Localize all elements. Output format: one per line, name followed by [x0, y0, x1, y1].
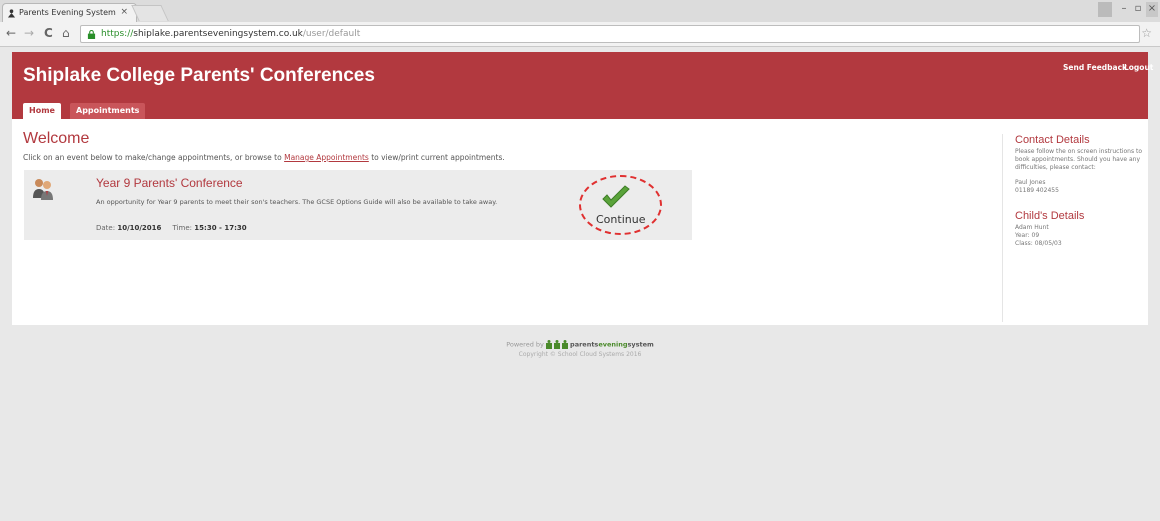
sidebar: Contact Details Please follow the on scr…	[1002, 134, 1148, 322]
date-label: Date:	[96, 224, 116, 232]
intro-text: Click on an event below to make/change a…	[23, 153, 505, 162]
new-tab-button[interactable]	[131, 5, 169, 21]
time-label: Time:	[172, 224, 193, 232]
browser-tab[interactable]: Parents Evening System ×	[2, 3, 137, 22]
event-time: 15:30 - 17:30	[194, 224, 247, 232]
intro-text-after: to view/print current appointments.	[368, 153, 505, 162]
send-feedback-link[interactable]: Send Feedback	[1063, 63, 1127, 72]
browser-toolbar: ← → C ⌂ https://shiplake.parentsevenings…	[0, 22, 1160, 47]
checkmark-icon	[602, 185, 630, 208]
home-icon[interactable]: ⌂	[62, 26, 70, 40]
contact-details-heading: Contact Details	[1015, 134, 1090, 146]
forward-icon[interactable]: →	[24, 26, 34, 40]
parents-icon	[33, 179, 53, 200]
tab-appointments[interactable]: Appointments	[70, 103, 146, 119]
url-host: shiplake.parentseveningsystem.co.uk	[133, 29, 303, 39]
close-window-icon[interactable]: ×	[1146, 2, 1158, 17]
contact-phone: 01189 402455	[1015, 187, 1059, 194]
event-description: An opportunity for Year 9 parents to mee…	[96, 198, 498, 206]
powered-by: Powered by parentseveningsystem	[0, 340, 1160, 349]
intro-text-before: Click on an event below to make/change a…	[23, 153, 285, 162]
logout-link[interactable]: Logout	[1124, 63, 1153, 72]
event-card[interactable]: Year 9 Parents' Conference An opportunit…	[24, 170, 692, 240]
event-title[interactable]: Year 9 Parents' Conference	[96, 176, 243, 190]
powered-by-label: Powered by	[506, 340, 544, 349]
brand-part-a: parents	[570, 340, 599, 349]
event-date: 10/10/2016	[117, 224, 162, 232]
child-year: Year: 09	[1015, 232, 1040, 239]
bookmark-star-icon[interactable]: ☆	[1141, 26, 1152, 40]
maximize-icon[interactable]: ▫	[1132, 2, 1144, 17]
site-title: Shiplake College Parents' Conferences	[23, 65, 375, 86]
url-scheme: https://	[101, 29, 134, 39]
page-title: Welcome	[23, 130, 90, 147]
browser-tabstrip: Parents Evening System × – ▫ ×	[0, 0, 1160, 22]
user-favicon-icon	[7, 9, 16, 18]
manage-appointments-link[interactable]: Manage Appointments	[284, 153, 369, 162]
brand-part-b: evening	[598, 340, 628, 349]
back-icon[interactable]: ←	[6, 26, 16, 40]
address-bar[interactable]: https://shiplake.parentseveningsystem.co…	[80, 25, 1140, 43]
child-name: Adam Hunt	[1015, 224, 1049, 231]
tab-home[interactable]: Home	[23, 103, 61, 119]
url-path: /user/default	[302, 29, 361, 39]
site-header: Shiplake College Parents' Conferences Se…	[12, 52, 1153, 119]
footer: Powered by parentseveningsystem Copyrigh…	[0, 340, 1160, 358]
page-container: Shiplake College Parents' Conferences Se…	[12, 52, 1153, 325]
user-profile-icon[interactable]	[1098, 2, 1112, 17]
contact-name: Paul Jones	[1015, 179, 1046, 186]
close-tab-icon[interactable]: ×	[120, 7, 128, 17]
lock-icon	[87, 30, 96, 39]
child-class: Class: 08/05/03	[1015, 240, 1062, 247]
parents-logo-icon	[545, 340, 568, 349]
copyright: Copyright © School Cloud Systems 2016	[518, 351, 642, 358]
event-meta: Date: 10/10/2016 Time: 15:30 - 17:30	[96, 224, 247, 232]
contact-instructions: Please follow the on screen instructions…	[1015, 148, 1143, 171]
continue-button[interactable]: Continue	[579, 175, 674, 235]
browser-tab-title: Parents Evening System	[19, 8, 116, 17]
child-details-heading: Child's Details	[1015, 210, 1085, 222]
minimize-icon[interactable]: –	[1118, 2, 1130, 17]
brand-part-c: system	[627, 340, 654, 349]
reload-icon[interactable]: C	[44, 26, 53, 40]
continue-label[interactable]: Continue	[596, 213, 645, 226]
